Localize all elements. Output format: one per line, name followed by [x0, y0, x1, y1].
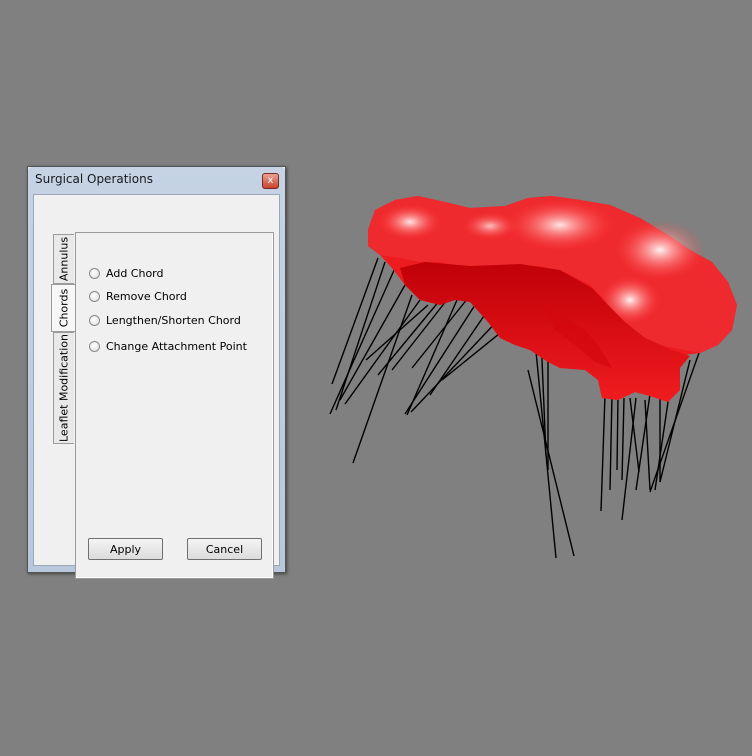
radio-button[interactable] — [89, 340, 100, 352]
valve-leaflet-mesh — [368, 196, 737, 402]
radio-button[interactable] — [89, 267, 100, 279]
dialog-title: Surgical Operations — [35, 172, 153, 186]
title-bar[interactable]: Surgical Operations x — [28, 167, 285, 191]
chords-tab-panel: Add Chord Remove Chord Lengthen/Shorten … — [75, 232, 274, 579]
dialog-client-area: Annulus Chords Leaflet Modification Add … — [33, 194, 280, 579]
radio-button[interactable] — [89, 290, 100, 302]
tab-leaflet-modification-label: Leaflet Modification — [57, 334, 71, 442]
close-button[interactable]: x — [262, 173, 279, 189]
surgical-operations-dialog: Surgical Operations x Annulus Chords Lea… — [27, 166, 286, 579]
tab-chords-label: Chords — [57, 288, 70, 328]
option-label: Change Attachment Point — [106, 339, 247, 353]
option-change-attachment-point[interactable]: Change Attachment Point — [89, 338, 247, 354]
tab-annulus[interactable]: Annulus — [53, 234, 74, 284]
close-icon: x — [267, 175, 274, 186]
cancel-button[interactable]: Cancel — [187, 538, 262, 560]
option-add-chord[interactable]: Add Chord — [89, 265, 164, 281]
radio-button[interactable] — [89, 314, 100, 326]
option-label: Lengthen/Shorten Chord — [106, 313, 241, 327]
option-lengthen-shorten-chord[interactable]: Lengthen/Shorten Chord — [89, 312, 241, 328]
option-label: Add Chord — [106, 266, 164, 280]
option-remove-chord[interactable]: Remove Chord — [89, 288, 187, 304]
tab-annulus-label: Annulus — [57, 236, 71, 282]
tab-chords[interactable]: Chords — [51, 284, 75, 332]
apply-button[interactable]: Apply — [88, 538, 163, 560]
option-label: Remove Chord — [106, 289, 187, 303]
tab-leaflet-modification[interactable]: Leaflet Modification — [53, 332, 74, 444]
